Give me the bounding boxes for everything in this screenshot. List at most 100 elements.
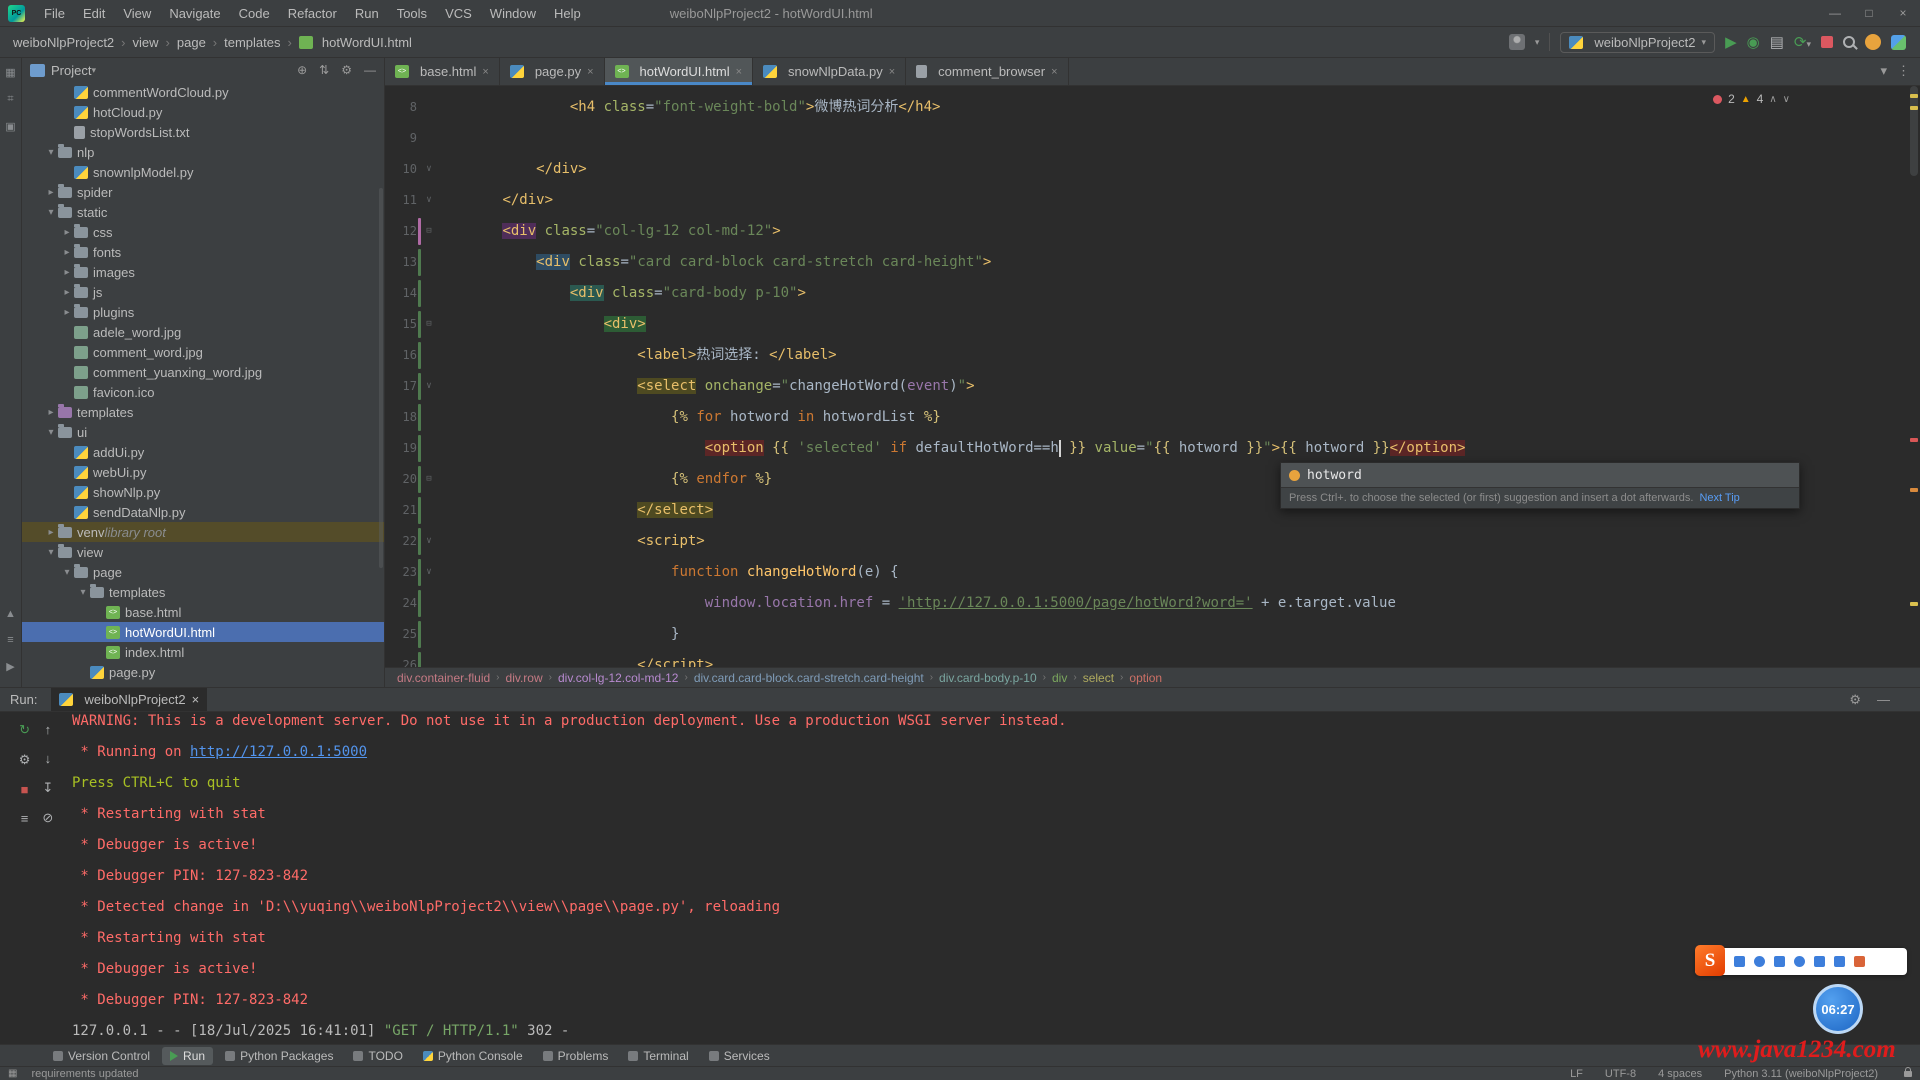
tree-item[interactable]: page.py [22,662,384,682]
maximize-button[interactable]: □ [1852,0,1886,26]
tree-item[interactable]: hotCloud.py [22,102,384,122]
rerun-icon[interactable]: ↻ [19,722,30,738]
tree-item[interactable]: favicon.ico [22,382,384,402]
toolwindow-problems[interactable]: Problems [535,1047,617,1065]
run-button[interactable]: ▶ [1725,33,1737,51]
fold-icon[interactable]: ⊟ [424,216,434,247]
tree-item[interactable]: webUi.py [22,462,384,482]
breadcrumb-tag[interactable]: div.card-body.p-10 [939,671,1037,685]
error-stripe[interactable] [1908,86,1920,667]
toolwindow-python-console[interactable]: Python Console [415,1047,531,1065]
chevron-right-icon[interactable]: ▸ [60,287,74,298]
status-segment[interactable]: UTF-8 [1605,1068,1636,1080]
fold-icon[interactable]: ⊟ [424,464,434,495]
chevron-right-icon[interactable]: ▸ [60,247,74,258]
tree-item[interactable]: adele_word.jpg [22,322,384,342]
close-icon[interactable]: × [736,66,742,78]
problems-stripe-icon[interactable]: ▲ [5,608,16,620]
tree-item[interactable]: showNlp.py [22,482,384,502]
recorder-people-icon[interactable] [1834,956,1845,967]
tree-item[interactable]: ▸js [22,282,384,302]
scrollbar[interactable] [379,188,383,568]
tree-item[interactable]: ▸images [22,262,384,282]
editor[interactable]: 8 <h4 class="font-weight-bold">微博热词分析</h… [385,86,1920,667]
breadcrumb-tag[interactable]: div.container-fluid [397,671,490,685]
toolwindow-version-control[interactable]: Version Control [45,1047,158,1065]
tree-item[interactable]: ▾view [22,542,384,562]
breadcrumb-tag[interactable]: div.card.card-block.card-stretch.card-he… [694,671,924,685]
minimize-button[interactable]: — [1818,0,1852,26]
close-icon[interactable]: × [889,66,895,78]
menu-vcs[interactable]: VCS [436,0,481,27]
tree-item[interactable]: ▸templates [22,402,384,422]
debug-button[interactable]: ◉ [1747,33,1760,51]
run-stripe-icon[interactable]: ▶ [6,660,14,673]
toolwindow-todo[interactable]: TODO [345,1047,410,1065]
next-problem-icon[interactable]: ∨ [1783,94,1790,105]
tree-item[interactable]: ▾page [22,562,384,582]
tool-window-switcher-icon[interactable]: ▦ [8,1068,17,1079]
inspections-widget[interactable]: 2 ▲4 ∧ ∨ [1713,92,1790,106]
tree-item[interactable]: snownlpModel.py [22,162,384,182]
menu-edit[interactable]: Edit [74,0,114,27]
tree-item[interactable]: <>index.html [22,642,384,662]
chevron-right-icon[interactable]: ▸ [60,267,74,278]
menu-run[interactable]: Run [346,0,388,27]
down-stack-icon[interactable]: ↓ [45,751,52,766]
recorder-logo-icon[interactable]: S [1695,945,1725,976]
recorder-record-icon[interactable] [1754,956,1765,967]
chevron-right-icon[interactable]: ▸ [60,227,74,238]
toolwindow-services[interactable]: Services [701,1047,778,1065]
console-tab[interactable]: weiboNlpProject2 × [51,688,207,711]
chevron-down-icon[interactable]: ▾ [76,587,90,598]
chevron-down-icon[interactable]: ▾ [44,207,58,218]
chevron-down-icon[interactable]: ▾ [44,147,58,158]
tree-item[interactable]: ▸css [22,222,384,242]
toolwindow-terminal[interactable]: Terminal [620,1047,696,1065]
tree-item[interactable]: <>base.html [22,602,384,622]
chevron-right-icon[interactable]: ▸ [44,527,58,538]
clear-icon[interactable]: ⊘ [42,810,53,826]
close-button[interactable]: × [1886,0,1920,26]
breadcrumb-tag[interactable]: div.row [506,671,543,685]
breadcrumb-item[interactable]: templates [221,33,283,52]
project-stripe-icon[interactable]: ▦ [5,66,15,79]
chevron-down-icon[interactable]: ▾ [44,547,58,558]
breadcrumb-item[interactable]: view [130,33,162,52]
recorder-text-icon[interactable] [1814,956,1825,967]
status-segment[interactable]: Python 3.11 (weiboNlpProject2) [1724,1068,1878,1080]
tree-item[interactable]: comment_word.jpg [22,342,384,362]
recorder-download-icon[interactable] [1774,956,1785,967]
tab-list-icon[interactable]: ▾ [1880,63,1887,79]
tab-base.html[interactable]: <>base.html× [385,58,500,85]
stop-button[interactable] [1821,36,1833,48]
tab-comment_browser[interactable]: comment_browser× [906,58,1068,85]
console-hide-icon[interactable]: — [1877,692,1890,708]
structure-stripe-icon[interactable]: ⌗ [7,93,13,106]
breadcrumb-tag[interactable]: div [1052,671,1067,685]
scroll-end-icon[interactable]: ↧ [42,780,53,796]
tab-hotWordUI.html[interactable]: <>hotWordUI.html× [605,58,754,85]
tree-item[interactable]: ▾templates [22,582,384,602]
run-config-select[interactable]: weiboNlpProject2 ▾ [1560,32,1715,53]
tree-item[interactable]: ▸spider [22,182,384,202]
menu-tools[interactable]: Tools [388,0,436,27]
user-icon[interactable] [1509,34,1525,50]
locate-file-icon[interactable]: ⊕ [297,63,307,77]
menu-navigate[interactable]: Navigate [160,0,229,27]
hide-panel-icon[interactable]: — [364,63,376,77]
recorder-pen-icon[interactable] [1854,956,1865,967]
recorder-window-icon[interactable] [1734,956,1745,967]
console-link[interactable]: http://127.0.0.1:5000 [190,744,367,760]
coverage-button[interactable]: ▤ [1770,33,1784,51]
search-everywhere-icon[interactable] [1843,36,1855,48]
recorder-camera-icon[interactable] [1794,956,1805,967]
close-icon[interactable]: × [587,66,593,78]
toolwindow-run[interactable]: Run [162,1047,213,1065]
todo-stripe-icon[interactable]: ≡ [7,634,13,646]
tree-item[interactable]: ▸venv library root [22,522,384,542]
chevron-right-icon[interactable]: ▸ [60,307,74,318]
tree-item[interactable]: stopWordsList.txt [22,122,384,142]
fold-icon[interactable]: ∨ [424,526,434,557]
next-tip-link[interactable]: Next Tip [1699,492,1739,504]
